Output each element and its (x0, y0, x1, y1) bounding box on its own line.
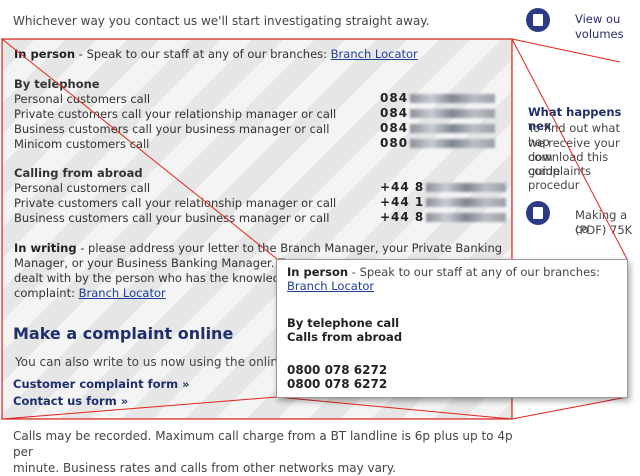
zoom-telephone-line: By telephone call (287, 316, 400, 330)
annotation-line (276, 396, 513, 420)
annotation-line (1, 396, 278, 420)
zoom-phone-2: 0800 078 6272 (287, 377, 388, 391)
zoom-phone-1: 0800 078 6272 (287, 363, 388, 377)
zoom-abroad-line: Calls from abroad (287, 330, 403, 344)
annotation-line (511, 38, 628, 260)
annotation-line (511, 396, 628, 420)
annotation-line (1, 38, 278, 260)
zoom-branch-locator-link[interactable]: Branch Locator (287, 279, 374, 293)
zoom-in-person-text: - Speak to our staff at any of our branc… (348, 265, 601, 279)
zoom-callout: In person - Speak to our staff at any of… (276, 259, 628, 398)
zoom-in-person-label: In person (287, 265, 349, 279)
zoom-in-person: In person - Speak to our staff at any of… (287, 265, 600, 279)
annotation-line (511, 38, 621, 63)
